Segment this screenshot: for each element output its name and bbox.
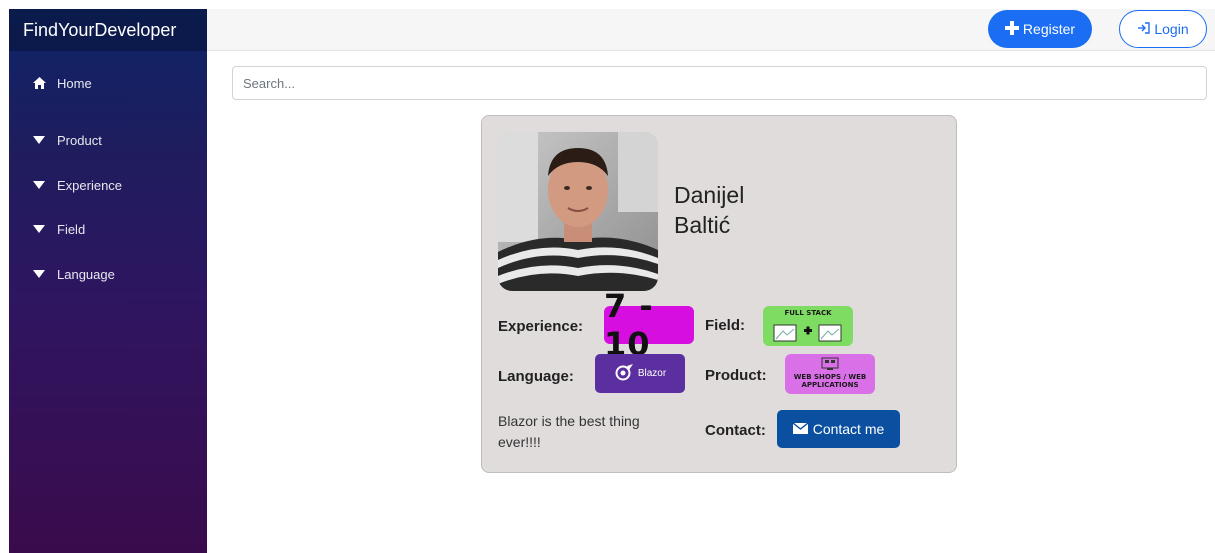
search-input[interactable] (232, 66, 1207, 100)
experience-badge: 7 - 10 (604, 287, 694, 363)
field-badge: FULL STACK (763, 306, 853, 346)
developer-card[interactable]: Danijel Baltić Experience: 7 - 10 Field:… (481, 115, 957, 473)
profile-photo (498, 132, 658, 291)
sidebar-item-label: Field (57, 221, 86, 237)
sidebar-item-label: Language (57, 266, 115, 282)
sign-in-icon (1137, 21, 1151, 38)
language-badge-label: Blazor (637, 368, 667, 379)
sidebar-item-field[interactable]: Field (9, 212, 207, 246)
top-bar: Register Login (207, 9, 1215, 51)
sidebar-item-experience[interactable]: Experience (9, 168, 207, 202)
caret-down-icon (32, 225, 46, 233)
language-label: Language: (498, 368, 574, 385)
product-badge-label: WEB SHOPS / WEB APPLICATIONS (793, 373, 867, 389)
last-name: Baltić (674, 212, 731, 238)
contact-button-label: Contact me (812, 421, 885, 437)
sidebar-item-label: Product (57, 132, 102, 148)
field-label: Field: (705, 317, 745, 334)
sidebar-item-product[interactable]: Product (9, 123, 207, 157)
product-label: Product: (705, 367, 767, 384)
app-root: FindYourDeveloper Home Product Experienc… (0, 0, 1215, 553)
language-badge: Blazor (595, 354, 685, 393)
product-badge: WEB SHOPS / WEB APPLICATIONS (785, 354, 875, 394)
sidebar-item-label: Home (57, 75, 92, 91)
experience-label: Experience: (498, 318, 584, 335)
contact-label: Contact: (705, 422, 766, 439)
brand-title[interactable]: FindYourDeveloper (9, 9, 207, 51)
register-button[interactable]: Register (988, 10, 1092, 48)
web-shop-icon (821, 357, 839, 370)
caret-down-icon (32, 181, 46, 189)
frontend-backend-icon (773, 324, 842, 342)
caret-down-icon (32, 136, 46, 144)
plus-icon (1004, 20, 1019, 38)
login-label: Login (1154, 21, 1189, 37)
envelope-icon (792, 421, 809, 437)
contact-me-button[interactable]: Contact me (777, 410, 900, 448)
developer-description: Blazor is the best thing ever!!!! (498, 413, 640, 450)
login-button[interactable]: Login (1119, 10, 1207, 48)
developer-name: Danijel Baltić (674, 180, 744, 240)
sidebar-item-label: Experience (57, 177, 123, 193)
field-badge-title: FULL STACK (784, 309, 832, 317)
blazor-logo-icon (614, 363, 634, 384)
sidebar-item-home[interactable]: Home (9, 66, 207, 100)
caret-down-icon (32, 270, 46, 278)
sidebar: FindYourDeveloper Home Product Experienc… (9, 9, 207, 553)
sidebar-item-language[interactable]: Language (9, 257, 207, 291)
first-name: Danijel (674, 182, 745, 208)
home-icon (32, 77, 46, 89)
register-label: Register (1022, 21, 1076, 37)
